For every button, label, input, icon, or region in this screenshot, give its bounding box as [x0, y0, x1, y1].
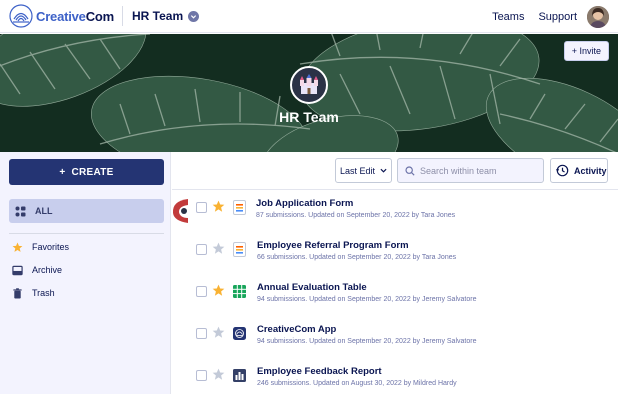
form-meta: 87 submissions. Updated on September 20,… — [256, 212, 456, 219]
user-avatar[interactable] — [587, 5, 609, 28]
sidebar-item-label: Trash — [32, 288, 55, 298]
activity-button-label: Activity — [574, 165, 607, 176]
form-meta: 246 submissions. Updated on August 30, 2… — [257, 380, 457, 387]
sidebar-item-archive[interactable]: Archive — [12, 262, 62, 278]
search-input[interactable] — [420, 165, 540, 176]
select-checkbox[interactable] — [196, 286, 207, 297]
form-title[interactable]: Job Application Form — [256, 198, 353, 209]
create-button[interactable]: + CREATE — [9, 159, 164, 185]
logo-text-accent: Creative — [36, 8, 86, 24]
trash-icon — [13, 287, 22, 299]
form-title[interactable]: Employee Referral Program Form — [257, 240, 409, 251]
select-checkbox[interactable] — [196, 370, 207, 381]
star-outline-icon[interactable] — [212, 242, 225, 255]
sidebar-divider — [9, 233, 164, 234]
form-meta: 94 submissions. Updated on September 20,… — [257, 338, 477, 345]
form-title[interactable]: Annual Evaluation Table — [257, 282, 367, 293]
sidebar-item-favorites[interactable]: Favorites — [12, 239, 69, 255]
grid-icon — [15, 206, 26, 216]
sidebar: + CREATE ALL Favorites Archive Trash — [0, 152, 171, 394]
team-selector-label: HR Team — [132, 9, 184, 23]
star-icon[interactable] — [212, 200, 225, 213]
team-avatar-badge — [290, 66, 328, 104]
logo-text: CreativeCom — [36, 9, 114, 24]
list-item[interactable]: Annual Evaluation Table 94 submissions. … — [172, 275, 618, 317]
form-meta: 66 submissions. Updated on September 20,… — [257, 254, 457, 261]
star-outline-icon[interactable] — [212, 326, 225, 339]
sort-dropdown[interactable]: Last Edit — [335, 158, 392, 183]
topbar-divider — [122, 6, 124, 26]
sidebar-item-label: Favorites — [32, 242, 70, 252]
team-title: HR Team — [279, 109, 339, 125]
team-selector[interactable]: HR Team — [132, 9, 200, 23]
creativecom-logo[interactable]: CreativeCom — [9, 0, 114, 33]
select-checkbox[interactable] — [196, 328, 207, 339]
logo-icon — [9, 4, 33, 28]
form-list: Job Application Form 87 submissions. Upd… — [172, 191, 618, 394]
form-title[interactable]: Employee Feedback Report — [257, 366, 382, 377]
search-icon — [405, 165, 415, 176]
table-icon — [233, 285, 246, 298]
create-button-label: CREATE — [71, 166, 114, 178]
sidebar-item-all-label: ALL — [35, 206, 53, 216]
plus-icon: + — [59, 166, 66, 178]
nav-link-support[interactable]: Support — [538, 11, 577, 23]
list-item[interactable]: Employee Referral Program Form 66 submis… — [172, 233, 618, 275]
sidebar-item-trash[interactable]: Trash — [12, 285, 55, 301]
sidebar-item-label: Archive — [32, 265, 63, 275]
history-clock-icon — [556, 164, 569, 177]
form-icon — [233, 200, 246, 215]
star-icon — [12, 242, 23, 252]
select-checkbox[interactable] — [196, 244, 207, 255]
nav-link-teams[interactable]: Teams — [492, 11, 524, 23]
archive-icon — [12, 265, 23, 275]
chevron-down-icon — [380, 168, 387, 173]
invite-button[interactable]: + Invite — [563, 41, 609, 61]
select-checkbox[interactable] — [196, 202, 207, 213]
list-item[interactable]: Job Application Form 87 submissions. Upd… — [172, 191, 618, 233]
list-item[interactable]: CreativeCom App 94 submissions. Updated … — [172, 317, 618, 359]
form-icon — [233, 242, 246, 257]
report-icon — [233, 369, 246, 382]
team-search-box[interactable] — [397, 158, 544, 183]
star-outline-icon[interactable] — [212, 368, 225, 381]
list-item[interactable]: Employee Feedback Report 246 submissions… — [172, 359, 618, 394]
castle-icon — [300, 74, 318, 94]
sort-dropdown-label: Last Edit — [339, 165, 376, 176]
app-icon — [233, 327, 246, 340]
chevron-down-icon — [188, 10, 200, 22]
form-meta: 94 submissions. Updated on September 20,… — [257, 296, 477, 303]
top-navigation-bar: CreativeCom HR Team Teams Support — [0, 0, 618, 33]
team-cover-banner: + Invite HR Team — [0, 34, 618, 152]
sidebar-item-all[interactable]: ALL — [9, 199, 164, 223]
topbar-right: Teams Support — [492, 0, 618, 33]
list-toolbar: Last Edit Activity — [172, 152, 618, 190]
logo-text-rest: Com — [85, 8, 115, 24]
star-icon[interactable] — [212, 284, 225, 297]
form-title[interactable]: CreativeCom App — [257, 324, 336, 335]
activity-button[interactable]: Activity — [550, 158, 608, 183]
